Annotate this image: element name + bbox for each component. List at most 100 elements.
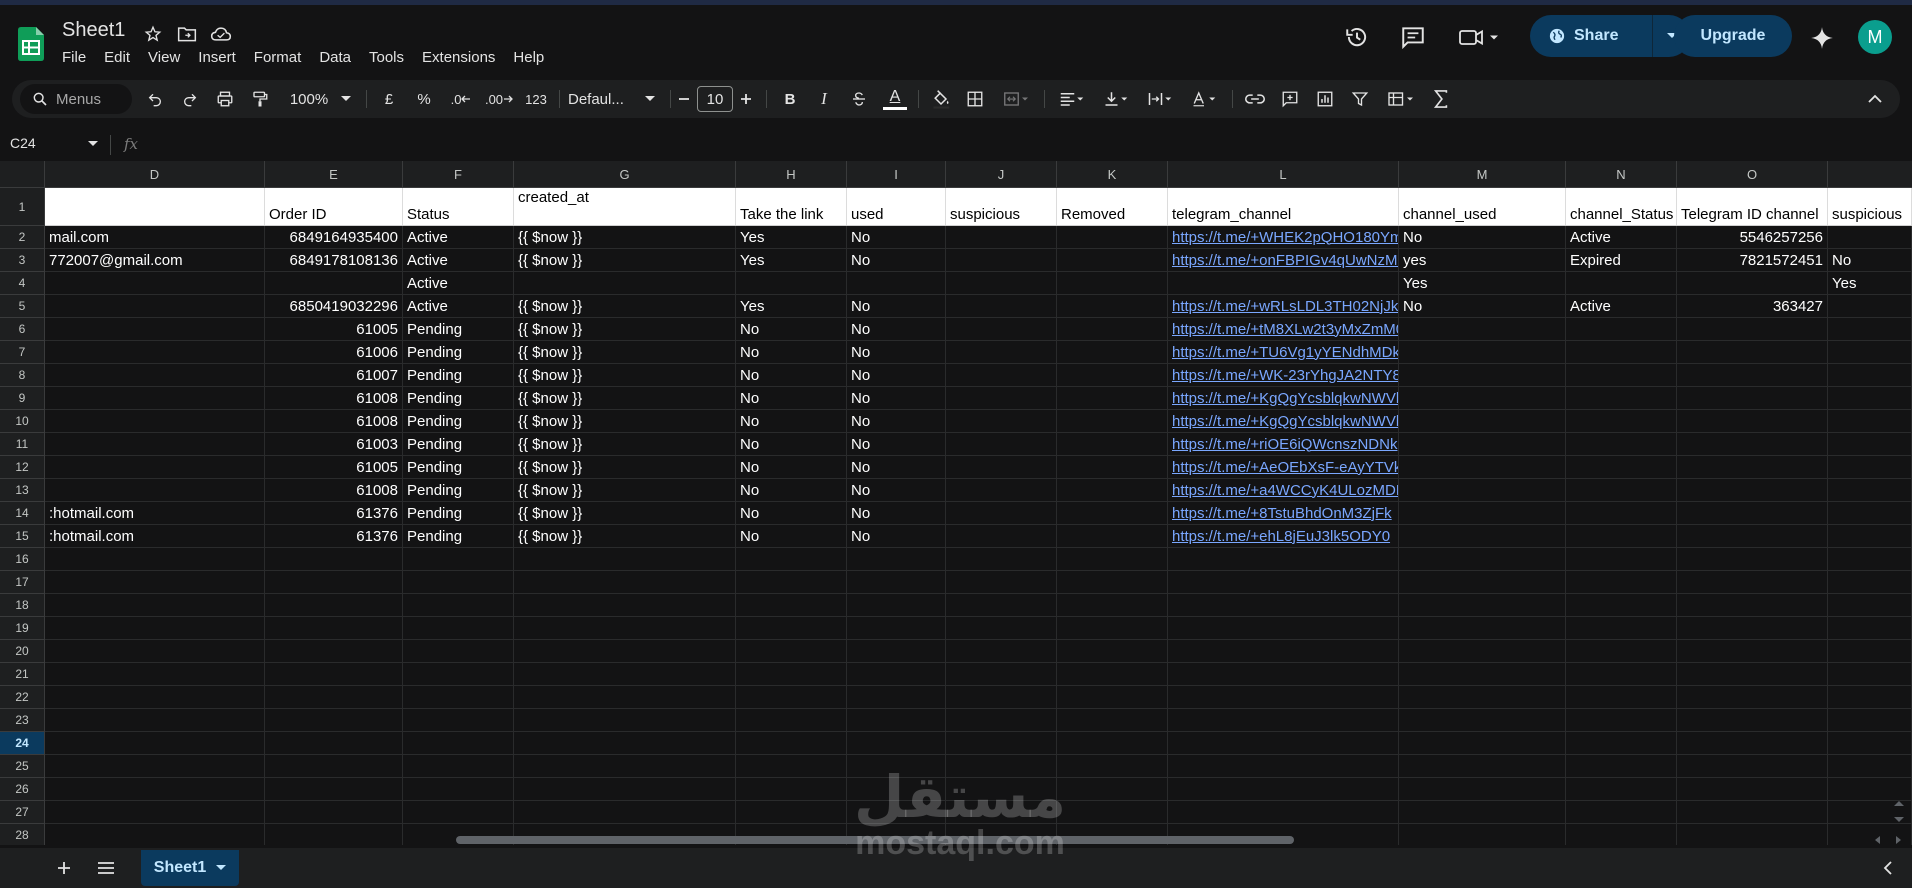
- cell-m11[interactable]: [1399, 433, 1566, 455]
- cell-h14[interactable]: No: [736, 502, 847, 524]
- cell-o5[interactable]: 363427: [1677, 295, 1828, 317]
- column-header-e[interactable]: E: [265, 161, 403, 187]
- cell-h5[interactable]: Yes: [736, 295, 847, 317]
- cell-k22[interactable]: [1057, 686, 1168, 708]
- cell-m6[interactable]: [1399, 318, 1566, 340]
- cell-e13[interactable]: 61008: [265, 479, 403, 501]
- cell-m24[interactable]: [1399, 732, 1566, 754]
- cell-k25[interactable]: [1057, 755, 1168, 777]
- cell-d13[interactable]: [45, 479, 265, 501]
- cell-p5[interactable]: [1828, 295, 1912, 317]
- cell-g6[interactable]: {{ $now }}: [514, 318, 736, 340]
- cell-k20[interactable]: [1057, 640, 1168, 662]
- cell-j11[interactable]: [946, 433, 1057, 455]
- cell-j12[interactable]: [946, 456, 1057, 478]
- cell-e16[interactable]: [265, 548, 403, 570]
- cell-i24[interactable]: [847, 732, 946, 754]
- filter-views-icon[interactable]: [1380, 80, 1422, 118]
- cell-h15[interactable]: No: [736, 525, 847, 547]
- undo-icon[interactable]: [140, 80, 170, 118]
- cell-j3[interactable]: [946, 249, 1057, 271]
- cell-g18[interactable]: [514, 594, 736, 616]
- italic-button[interactable]: I: [810, 80, 838, 118]
- cell-e19[interactable]: [265, 617, 403, 639]
- cell-o17[interactable]: [1677, 571, 1828, 593]
- cell-g27[interactable]: [514, 801, 736, 823]
- cell-d4[interactable]: [45, 272, 265, 294]
- cell-d11[interactable]: [45, 433, 265, 455]
- cell-m22[interactable]: [1399, 686, 1566, 708]
- cell-k23[interactable]: [1057, 709, 1168, 731]
- cell-l14[interactable]: https://t.me/+8TstuBhdOnM3ZjFk: [1168, 502, 1399, 524]
- cell-d12[interactable]: [45, 456, 265, 478]
- column-header-p[interactable]: [1828, 161, 1912, 187]
- cell-n1[interactable]: channel_Status: [1566, 188, 1677, 225]
- row-header-19[interactable]: 19: [0, 617, 45, 640]
- cell-m23[interactable]: [1399, 709, 1566, 731]
- cell-f18[interactable]: [403, 594, 514, 616]
- row-header-27[interactable]: 27: [0, 801, 45, 824]
- insert-link-icon[interactable]: [1240, 80, 1270, 118]
- cell-g4[interactable]: [514, 272, 736, 294]
- row-header-28[interactable]: 28: [0, 824, 45, 845]
- cell-j17[interactable]: [946, 571, 1057, 593]
- cell-l21[interactable]: [1168, 663, 1399, 685]
- star-icon[interactable]: [140, 21, 166, 47]
- cell-i23[interactable]: [847, 709, 946, 731]
- cell-o8[interactable]: [1677, 364, 1828, 386]
- cell-p14[interactable]: [1828, 502, 1912, 524]
- cell-f13[interactable]: Pending: [403, 479, 514, 501]
- cell-p26[interactable]: [1828, 778, 1912, 800]
- meet-icon[interactable]: [1456, 21, 1504, 53]
- cell-f15[interactable]: Pending: [403, 525, 514, 547]
- cell-o16[interactable]: [1677, 548, 1828, 570]
- cell-i13[interactable]: No: [847, 479, 946, 501]
- cell-f11[interactable]: Pending: [403, 433, 514, 455]
- cell-n28[interactable]: [1566, 824, 1677, 845]
- cell-l8[interactable]: https://t.me/+WK-23rYhgJA2NTY8: [1168, 364, 1399, 386]
- cell-o26[interactable]: [1677, 778, 1828, 800]
- decrease-decimal-button[interactable]: .0: [444, 80, 478, 118]
- scroll-right-icon[interactable]: [1892, 835, 1904, 845]
- cell-d24[interactable]: [45, 732, 265, 754]
- row-header-10[interactable]: 10: [0, 410, 45, 433]
- cell-l7[interactable]: https://t.me/+TU6Vg1yYENdhMDk8: [1168, 341, 1399, 363]
- cell-m17[interactable]: [1399, 571, 1566, 593]
- cell-g10[interactable]: {{ $now }}: [514, 410, 736, 432]
- cell-h10[interactable]: No: [736, 410, 847, 432]
- cell-f25[interactable]: [403, 755, 514, 777]
- cell-l22[interactable]: [1168, 686, 1399, 708]
- cell-m21[interactable]: [1399, 663, 1566, 685]
- cell-m7[interactable]: [1399, 341, 1566, 363]
- cell-i20[interactable]: [847, 640, 946, 662]
- cell-i17[interactable]: [847, 571, 946, 593]
- cell-o27[interactable]: [1677, 801, 1828, 823]
- cell-k10[interactable]: [1057, 410, 1168, 432]
- menu-format[interactable]: Format: [245, 47, 311, 68]
- name-box[interactable]: C24: [10, 135, 36, 151]
- row-header-17[interactable]: 17: [0, 571, 45, 594]
- cell-k27[interactable]: [1057, 801, 1168, 823]
- horizontal-scrollbar[interactable]: [456, 836, 1294, 844]
- select-all-corner[interactable]: [0, 161, 45, 187]
- cell-h7[interactable]: No: [736, 341, 847, 363]
- cell-e11[interactable]: 61003: [265, 433, 403, 455]
- font-select[interactable]: Defaul...: [568, 80, 648, 118]
- cell-f7[interactable]: Pending: [403, 341, 514, 363]
- cell-o14[interactable]: [1677, 502, 1828, 524]
- cell-j16[interactable]: [946, 548, 1057, 570]
- cell-l25[interactable]: [1168, 755, 1399, 777]
- cell-k13[interactable]: [1057, 479, 1168, 501]
- cell-e14[interactable]: 61376: [265, 502, 403, 524]
- zoom-caret-icon[interactable]: [336, 80, 356, 118]
- row-header-18[interactable]: 18: [0, 594, 45, 617]
- cell-m20[interactable]: [1399, 640, 1566, 662]
- cell-n11[interactable]: [1566, 433, 1677, 455]
- gemini-sparkle-icon[interactable]: [1806, 22, 1838, 54]
- cell-n12[interactable]: [1566, 456, 1677, 478]
- text-rotation-icon[interactable]: [1184, 80, 1224, 118]
- row-header-22[interactable]: 22: [0, 686, 45, 709]
- cell-n2[interactable]: Active: [1566, 226, 1677, 248]
- cell-p8[interactable]: [1828, 364, 1912, 386]
- cell-g11[interactable]: {{ $now }}: [514, 433, 736, 455]
